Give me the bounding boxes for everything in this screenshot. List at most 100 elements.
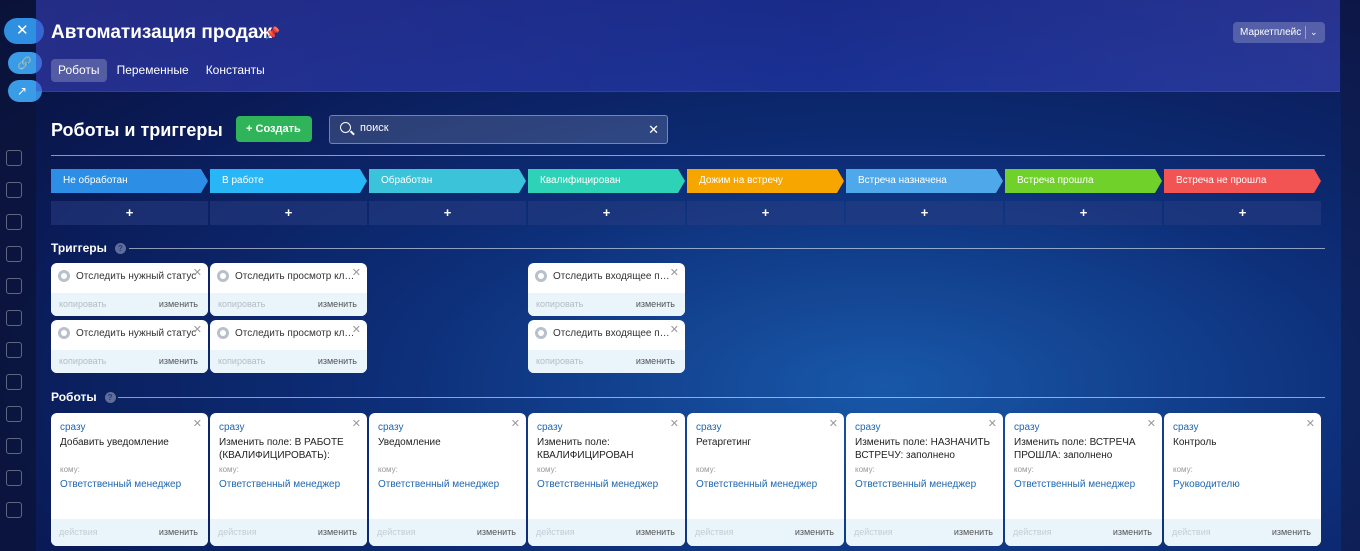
- edit-link[interactable]: изменить: [795, 527, 834, 537]
- delete-icon[interactable]: ✕: [352, 266, 361, 279]
- recipient-value[interactable]: Ответственный менеджер: [696, 479, 836, 490]
- edit-link[interactable]: изменить: [477, 527, 516, 537]
- delete-icon[interactable]: ✕: [1147, 417, 1156, 430]
- page-scrollbar[interactable]: [1341, 0, 1360, 551]
- marketplace-button[interactable]: Маркетплейс ⌄: [1233, 22, 1325, 43]
- menu-item-icon[interactable]: [6, 502, 22, 518]
- robot-timing[interactable]: сразу: [60, 422, 85, 433]
- menu-item-icon[interactable]: [6, 278, 22, 294]
- recipient-value[interactable]: Ответственный менеджер: [855, 479, 995, 490]
- add-robot-button[interactable]: +: [528, 201, 685, 225]
- robot-timing[interactable]: сразу: [1014, 422, 1039, 433]
- trigger-card[interactable]: Отследить входящее письмо ✕ копировать изме…: [528, 263, 685, 316]
- edit-link[interactable]: изменить: [318, 299, 357, 309]
- recipient-value[interactable]: Ответственный менеджер: [219, 479, 359, 490]
- tab-variables[interactable]: Переменные: [110, 59, 196, 82]
- trigger-card[interactable]: Отследить нужный статус ✕ копировать измени…: [51, 320, 208, 373]
- clear-icon[interactable]: ✕: [648, 122, 659, 138]
- delete-icon[interactable]: ✕: [1306, 417, 1315, 430]
- trigger-card[interactable]: Отследить входящее письмо ✕ копировать изме…: [528, 320, 685, 373]
- add-robot-button[interactable]: +: [210, 201, 367, 225]
- delete-icon[interactable]: ✕: [670, 323, 679, 336]
- robot-card[interactable]: сразу ✕ Уведомление кому: Ответственный мене…: [369, 413, 526, 546]
- trigger-card[interactable]: Отследить просмотр клиентом✕ копировать из…: [210, 320, 367, 373]
- robot-card[interactable]: сразу ✕ Контроль кому: Руководителю действия и…: [1164, 413, 1321, 546]
- edit-link[interactable]: изменить: [1272, 527, 1311, 537]
- menu-item-icon[interactable]: [6, 406, 22, 422]
- actions-link[interactable]: действия: [377, 527, 416, 537]
- stage-header[interactable]: Квалифицирован: [528, 169, 685, 193]
- delete-icon[interactable]: ✕: [829, 417, 838, 430]
- actions-link[interactable]: действия: [854, 527, 893, 537]
- robot-timing[interactable]: сразу: [855, 422, 880, 433]
- add-robot-button[interactable]: +: [369, 201, 526, 225]
- help-icon[interactable]: ?: [114, 243, 126, 255]
- edit-link[interactable]: изменить: [636, 356, 675, 366]
- delete-icon[interactable]: ✕: [193, 417, 202, 430]
- edit-link[interactable]: изменить: [318, 527, 357, 537]
- edit-link[interactable]: изменить: [1113, 527, 1152, 537]
- stage-header[interactable]: Обработан: [369, 169, 526, 193]
- edit-link[interactable]: изменить: [636, 299, 675, 309]
- copy-link[interactable]: копировать: [59, 356, 106, 366]
- trigger-card[interactable]: Отследить нужный статус ✕ копировать измени…: [51, 263, 208, 316]
- recipient-value[interactable]: Ответственный менеджер: [1014, 479, 1154, 490]
- robot-timing[interactable]: сразу: [219, 422, 244, 433]
- menu-item-icon[interactable]: [6, 214, 22, 230]
- menu-item-icon[interactable]: [6, 310, 22, 326]
- delete-icon[interactable]: ✕: [988, 417, 997, 430]
- menu-item-icon[interactable]: [6, 374, 22, 390]
- menu-item-icon[interactable]: [6, 342, 22, 358]
- actions-link[interactable]: действия: [1172, 527, 1211, 537]
- pin-icon[interactable]: 📌: [265, 26, 280, 40]
- stage-header[interactable]: Встреча прошла: [1005, 169, 1162, 193]
- robot-timing[interactable]: сразу: [696, 422, 721, 433]
- add-robot-button[interactable]: +: [1164, 201, 1321, 225]
- edit-link[interactable]: изменить: [159, 356, 198, 366]
- robot-card[interactable]: сразу ✕ Добавить уведомление кому: Ответстве…: [51, 413, 208, 546]
- actions-link[interactable]: действия: [536, 527, 575, 537]
- robot-card[interactable]: сразу ✕ Изменить поле: В РАБОТЕ (КВАЛИФИЦИ…: [210, 413, 367, 546]
- edit-link[interactable]: изменить: [636, 527, 675, 537]
- add-robot-button[interactable]: +: [1005, 201, 1162, 225]
- copy-link[interactable]: копировать: [536, 356, 583, 366]
- help-icon[interactable]: ?: [104, 392, 116, 404]
- search-input[interactable]: [360, 122, 640, 134]
- actions-link[interactable]: действия: [1013, 527, 1052, 537]
- trigger-card[interactable]: Отследить просмотр клиентом✕ копировать из…: [210, 263, 367, 316]
- stage-header[interactable]: Дожим на встречу: [687, 169, 844, 193]
- copy-link[interactable]: копировать: [59, 299, 106, 309]
- stage-header[interactable]: В работе: [210, 169, 367, 193]
- stage-header[interactable]: Встреча назначена: [846, 169, 1003, 193]
- menu-item-icon[interactable]: [6, 438, 22, 454]
- tab-constants[interactable]: Константы: [199, 59, 272, 82]
- edit-link[interactable]: изменить: [159, 527, 198, 537]
- recipient-value[interactable]: Ответственный менеджер: [537, 479, 677, 490]
- robot-timing[interactable]: сразу: [1173, 422, 1198, 433]
- stage-header[interactable]: Не обработан: [51, 169, 208, 193]
- menu-item-icon[interactable]: [6, 182, 22, 198]
- add-robot-button[interactable]: +: [687, 201, 844, 225]
- robot-timing[interactable]: сразу: [378, 422, 403, 433]
- delete-icon[interactable]: ✕: [352, 417, 361, 430]
- stage-header[interactable]: Встреча не прошла: [1164, 169, 1321, 193]
- add-robot-button[interactable]: +: [846, 201, 1003, 225]
- create-button[interactable]: + Создать: [236, 116, 312, 142]
- menu-item-icon[interactable]: [6, 246, 22, 262]
- robot-timing[interactable]: сразу: [537, 422, 562, 433]
- actions-link[interactable]: действия: [218, 527, 257, 537]
- menu-item-icon[interactable]: [6, 150, 22, 166]
- delete-icon[interactable]: ✕: [193, 323, 202, 336]
- tab-robots[interactable]: Роботы: [51, 59, 107, 82]
- delete-icon[interactable]: ✕: [352, 323, 361, 336]
- delete-icon[interactable]: ✕: [511, 417, 520, 430]
- delete-icon[interactable]: ✕: [670, 266, 679, 279]
- recipient-value[interactable]: Ответственный менеджер: [378, 479, 518, 490]
- add-robot-button[interactable]: +: [51, 201, 208, 225]
- delete-icon[interactable]: ✕: [670, 417, 679, 430]
- delete-icon[interactable]: ✕: [193, 266, 202, 279]
- copy-link[interactable]: копировать: [536, 299, 583, 309]
- actions-link[interactable]: действия: [695, 527, 734, 537]
- chevron-down-icon[interactable]: ⌄: [1310, 22, 1318, 43]
- edit-link[interactable]: изменить: [318, 356, 357, 366]
